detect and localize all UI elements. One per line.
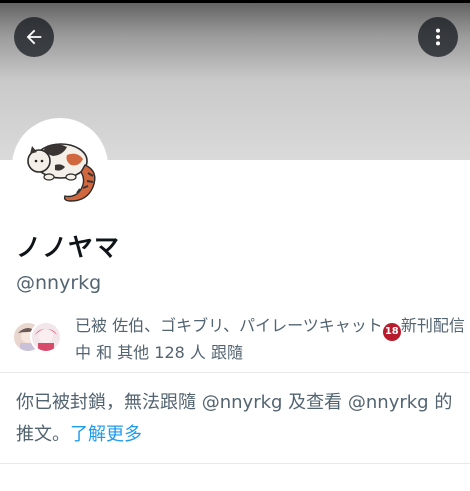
arrow-left-icon [26, 29, 42, 45]
followers-you-know[interactable]: 已被 佐伯、ゴキブリ、パイレーツキャット 18 新刊配信中 和 其他 128 人 跟… [12, 314, 465, 366]
no-minors-icon: 18 [382, 323, 401, 341]
status-bar-edge [0, 0, 470, 3]
follower-avatar [30, 321, 62, 353]
vertical-dots-icon [435, 28, 441, 46]
cat-avatar-icon [27, 143, 96, 202]
avatar [15, 121, 105, 211]
display-name: ノノヤマ [16, 233, 121, 262]
profile-avatar-button[interactable] [12, 118, 108, 214]
blocked-notice: 你已被封鎖，無法跟隨 @nnyrkg 及查看 @nnyrkg 的推文。了解更多 [16, 387, 456, 451]
divider [0, 463, 470, 464]
learn-more-link[interactable]: 了解更多 [70, 424, 142, 445]
back-button[interactable] [14, 17, 54, 57]
user-handle: @nnyrkg [16, 272, 102, 294]
followers-text-start: 已被 佐伯、ゴキブリ、パイレーツキャット [75, 316, 383, 335]
followers-you-know-text: 已被 佐伯、ゴキブリ、パイレーツキャット 18 新刊配信中 和 其他 128 人 跟… [75, 314, 465, 364]
more-options-button[interactable] [418, 17, 458, 57]
divider [0, 372, 470, 373]
